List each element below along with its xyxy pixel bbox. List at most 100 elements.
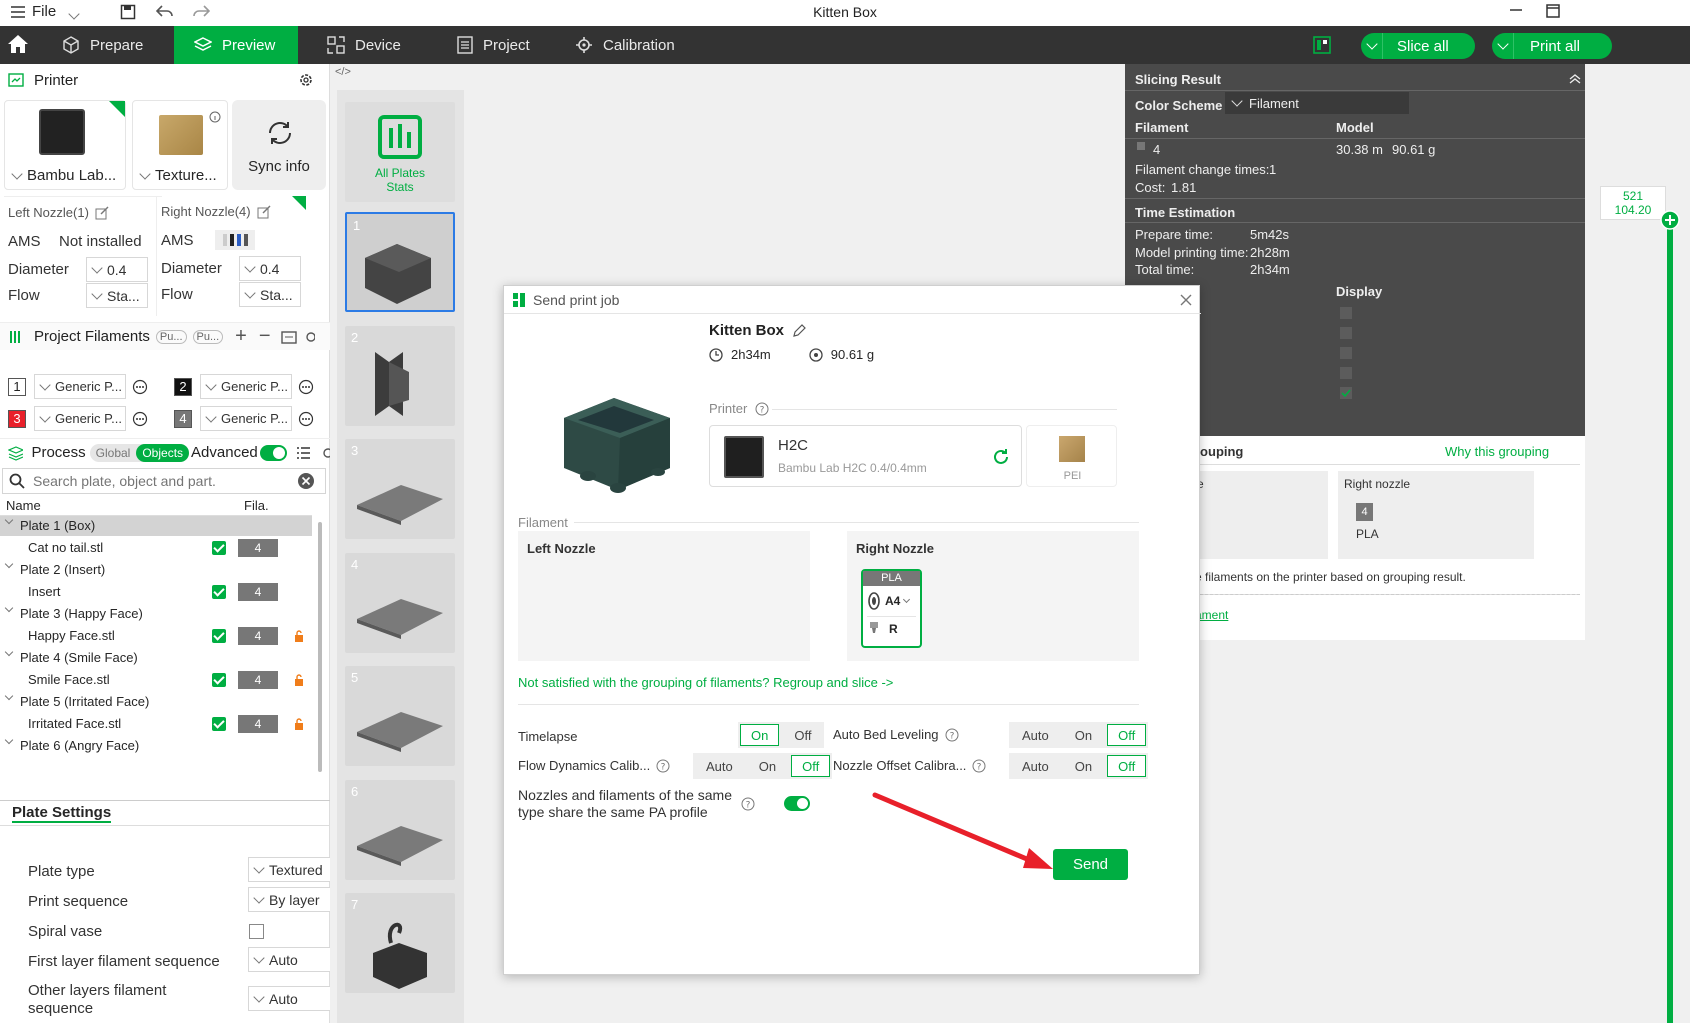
flow-dynamics-toggle[interactable]: Auto On Off bbox=[693, 753, 833, 779]
plate-thumbnail[interactable]: 3 bbox=[345, 439, 455, 539]
gear-icon[interactable] bbox=[303, 329, 315, 345]
filament-mapping-card[interactable]: PLA A4 R bbox=[861, 569, 922, 648]
close-icon[interactable] bbox=[1180, 294, 1192, 306]
tree-object-row[interactable]: Happy Face.stl 4 bbox=[0, 626, 312, 646]
more-icon[interactable] bbox=[298, 379, 314, 395]
remove-icon[interactable]: − bbox=[259, 325, 271, 348]
tree-object-row[interactable]: Smile Face.stl 4 bbox=[0, 670, 312, 690]
tree-plate-row[interactable]: Plate 5 (Irritated Face) bbox=[0, 691, 312, 712]
panel-collapse-button[interactable]: </> bbox=[335, 66, 351, 78]
visible-checkbox[interactable] bbox=[212, 629, 226, 643]
filament-slot[interactable]: A4 bbox=[885, 594, 900, 608]
filament-select[interactable]: Generic P... bbox=[200, 374, 292, 399]
slice-all-button[interactable]: Slice all bbox=[1361, 33, 1475, 59]
visible-checkbox[interactable] bbox=[212, 541, 226, 555]
list-icon[interactable] bbox=[296, 446, 311, 459]
search-input[interactable] bbox=[33, 473, 293, 489]
collapse-icon[interactable] bbox=[1569, 74, 1581, 84]
plate-thumbnail[interactable]: 1 bbox=[345, 212, 455, 312]
flow-dynamics-off[interactable]: Off bbox=[791, 755, 831, 777]
tree-plate-row[interactable]: Plate 2 (Insert) bbox=[0, 559, 312, 580]
auto-bed-on[interactable]: On bbox=[1064, 724, 1103, 746]
help-icon[interactable]: ? bbox=[972, 759, 986, 773]
tree-plate-row[interactable]: Plate 4 (Smile Face) bbox=[0, 647, 312, 668]
print-sequence-select[interactable]: By layer bbox=[248, 887, 330, 912]
minimize-icon[interactable] bbox=[1510, 8, 1522, 12]
lock-icon[interactable] bbox=[294, 717, 304, 731]
filament-badge[interactable]: 4 bbox=[238, 583, 278, 601]
tab-device[interactable]: Device bbox=[327, 26, 437, 64]
auto-bed-off[interactable]: Off bbox=[1107, 724, 1147, 746]
filament-select[interactable]: Generic P... bbox=[34, 374, 126, 399]
nozzle-offset-toggle[interactable]: Auto On Off bbox=[1009, 753, 1149, 779]
tree-plate-row[interactable]: Plate 1 (Box) bbox=[0, 516, 312, 536]
plate-layout-icon[interactable] bbox=[1313, 36, 1331, 54]
gear-icon[interactable] bbox=[320, 445, 331, 461]
filament-badge[interactable]: 4 bbox=[238, 627, 278, 645]
plate-thumbnail[interactable]: 5 bbox=[345, 666, 455, 766]
plate-name[interactable]: Texture... bbox=[139, 167, 217, 184]
clear-icon[interactable] bbox=[297, 472, 315, 490]
first-layer-select[interactable]: Auto bbox=[248, 947, 330, 972]
edit-icon[interactable] bbox=[792, 323, 806, 338]
tab-prepare[interactable]: Prepare bbox=[62, 26, 172, 64]
edit-icon[interactable] bbox=[95, 206, 109, 220]
filament-badge[interactable]: 4 bbox=[238, 671, 278, 689]
more-icon[interactable] bbox=[132, 411, 148, 427]
all-plates-stats[interactable]: All Plates Stats bbox=[345, 102, 455, 202]
home-icon[interactable] bbox=[7, 34, 29, 54]
display-checkbox[interactable] bbox=[1340, 327, 1352, 339]
tab-calibration[interactable]: Calibration bbox=[575, 26, 715, 64]
visible-checkbox[interactable] bbox=[212, 717, 226, 731]
regroup-link[interactable]: Not satisfied with the grouping of filam… bbox=[518, 675, 893, 690]
edit-icon[interactable] bbox=[257, 205, 271, 219]
tree-plate-row[interactable]: Plate 3 (Happy Face) bbox=[0, 603, 312, 624]
printer-card[interactable]: Bambu Lab... bbox=[4, 100, 126, 190]
tree-object-row[interactable]: Insert 4 bbox=[0, 582, 312, 602]
display-checkbox[interactable] bbox=[1340, 387, 1352, 399]
pill-1[interactable]: Pu... bbox=[155, 329, 187, 344]
filament-link[interactable]: ament bbox=[1195, 608, 1228, 622]
pill-2[interactable]: Pu... bbox=[192, 329, 224, 344]
color-scheme-select[interactable]: Filament bbox=[1225, 92, 1409, 114]
layer-slider-handle[interactable] bbox=[1660, 210, 1680, 230]
spiral-vase-checkbox[interactable] bbox=[249, 924, 264, 939]
plate-card[interactable]: Texture... bbox=[132, 100, 228, 190]
plate-type-select[interactable]: Textured bbox=[248, 857, 330, 882]
auto-bed-toggle[interactable]: Auto On Off bbox=[1009, 722, 1149, 748]
left-flow-select[interactable]: Sta... bbox=[86, 283, 148, 308]
lock-icon[interactable] bbox=[294, 673, 304, 687]
global-objects-toggle[interactable]: Global Objects bbox=[89, 443, 190, 462]
visible-checkbox[interactable] bbox=[212, 673, 226, 687]
add-icon[interactable]: + bbox=[235, 325, 247, 348]
tree-object-row[interactable]: Irritated Face.stl 4 bbox=[0, 714, 312, 734]
why-grouping-link[interactable]: Why this grouping bbox=[1445, 444, 1549, 459]
chevron-down-icon[interactable] bbox=[1492, 33, 1514, 59]
gear-icon[interactable] bbox=[298, 72, 314, 88]
filament-badge[interactable]: 4 bbox=[238, 539, 278, 557]
global-option[interactable]: Global bbox=[90, 444, 137, 462]
pa-profile-toggle[interactable] bbox=[784, 796, 810, 811]
filament-sync-icon[interactable] bbox=[280, 329, 297, 345]
info-icon[interactable] bbox=[209, 111, 221, 123]
left-diameter-select[interactable]: 0.4 bbox=[86, 257, 148, 282]
tree-object-row[interactable]: Cat no tail.stl 4 bbox=[0, 538, 312, 558]
chevron-down-icon[interactable] bbox=[1361, 33, 1383, 59]
ams-spools-icon[interactable] bbox=[215, 230, 255, 250]
visible-checkbox[interactable] bbox=[212, 585, 226, 599]
plate-thumbnail[interactable]: 7 bbox=[345, 893, 455, 993]
display-checkbox[interactable] bbox=[1340, 347, 1352, 359]
refresh-icon[interactable] bbox=[992, 448, 1010, 466]
search-box[interactable] bbox=[2, 468, 326, 494]
layer-slider-track[interactable] bbox=[1667, 218, 1673, 1023]
send-button[interactable]: Send bbox=[1053, 849, 1128, 880]
plate-thumbnail[interactable]: 6 bbox=[345, 779, 455, 880]
tree-plate-row[interactable]: Plate 6 (Angry Face) bbox=[0, 735, 312, 753]
advanced-toggle[interactable] bbox=[259, 444, 287, 461]
help-icon[interactable]: ? bbox=[741, 797, 755, 811]
lock-icon[interactable] bbox=[294, 629, 304, 643]
tree-scrollbar[interactable] bbox=[318, 522, 322, 772]
print-all-button[interactable]: Print all bbox=[1492, 33, 1612, 59]
help-icon[interactable]: ? bbox=[945, 728, 959, 742]
sync-info-button[interactable]: Sync info bbox=[232, 100, 326, 190]
